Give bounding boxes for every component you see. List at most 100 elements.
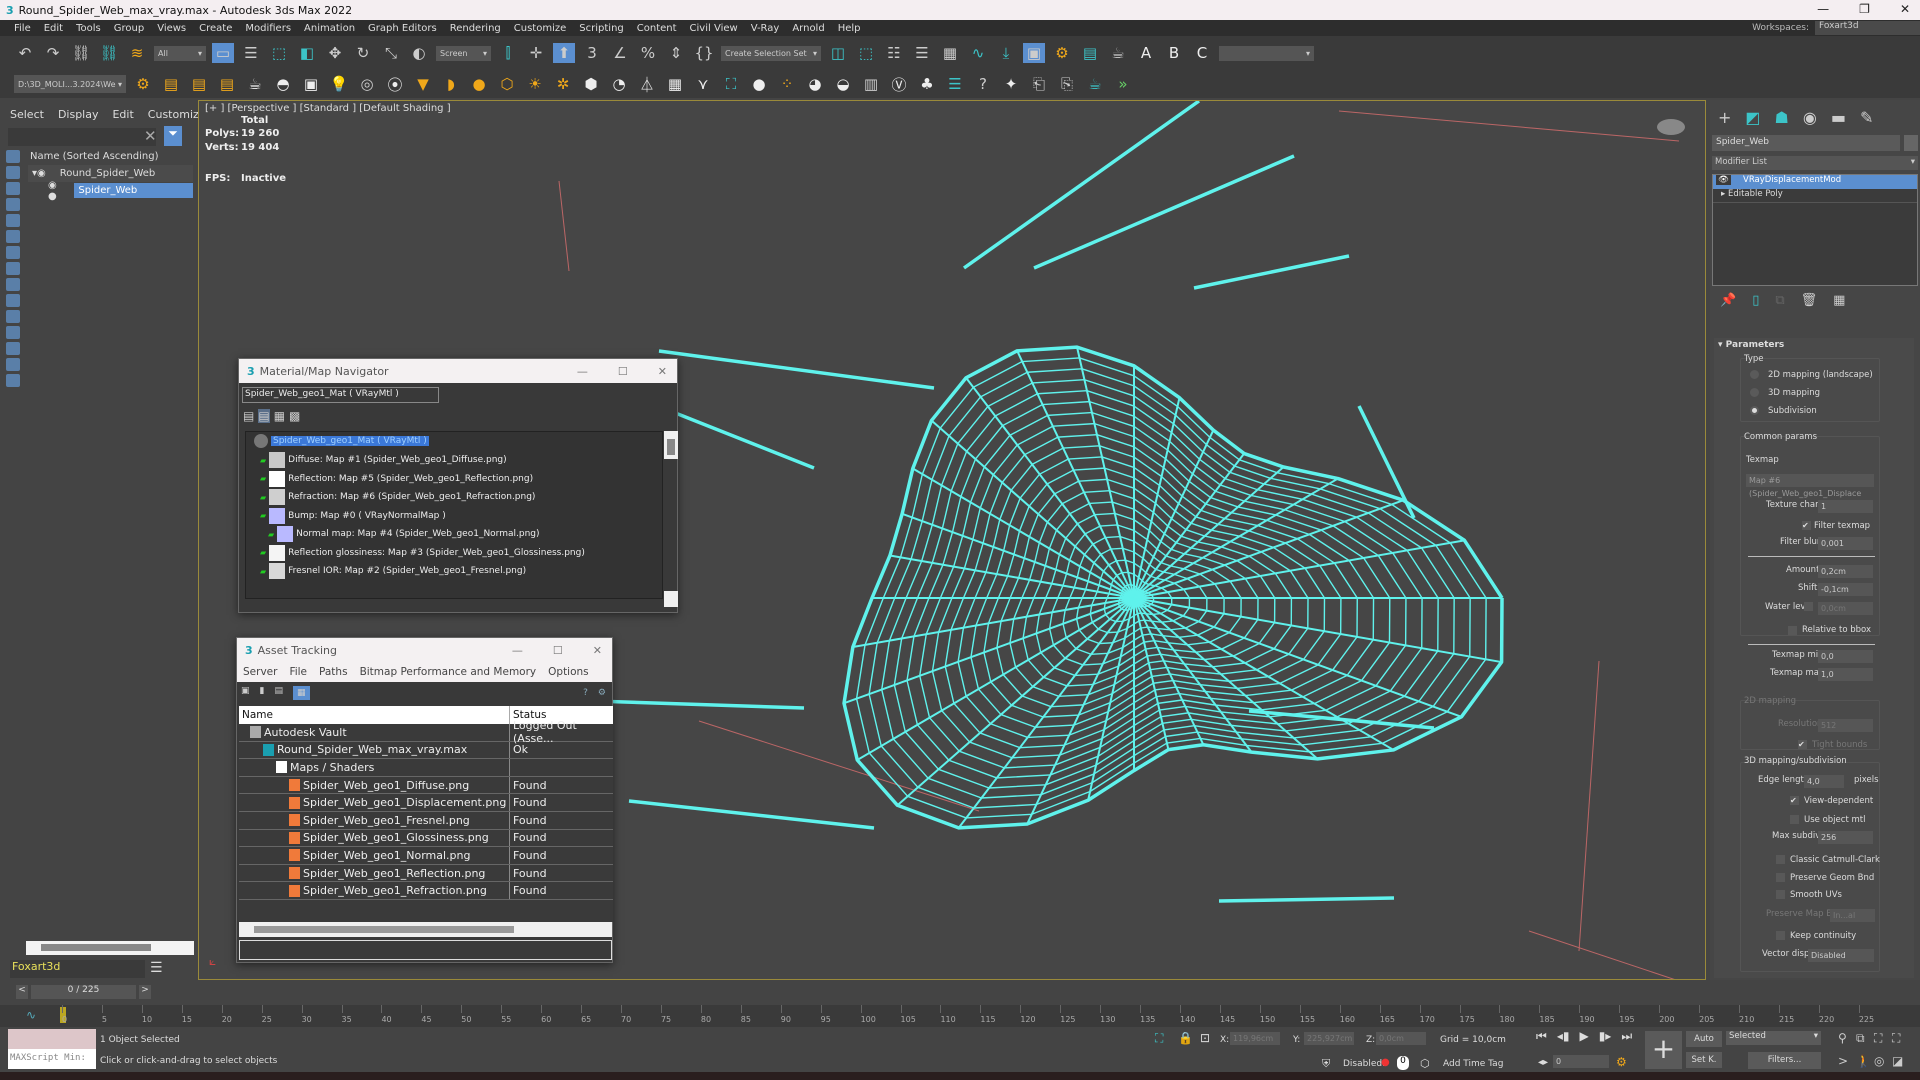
relative-bbox-checkbox[interactable] — [1788, 626, 1797, 635]
material-root-item[interactable]: Spider_Web_geo1_Mat ( VRayMtl ) — [254, 434, 429, 448]
zoom-extents-all-icon[interactable]: ⛶ — [1892, 1031, 1910, 1046]
record-icon[interactable]: ● — [1381, 1057, 1390, 1068]
stack-item-vraydisplacementmod[interactable]: 👁 VRayDisplacementMod — [1713, 175, 1917, 189]
vray-logo-icon[interactable]: Ⓥ — [888, 74, 910, 94]
render-production-icon[interactable]: ☕ — [1107, 43, 1129, 63]
time-config-arrows-icon[interactable]: ◂▸ — [1538, 1057, 1548, 1068]
menu-file[interactable]: File — [14, 23, 31, 34]
rendered-frame-window-icon[interactable]: ▤ — [1079, 43, 1101, 63]
x-coordinate-field[interactable]: 119,96cm — [1230, 1032, 1280, 1045]
map-item[interactable]: ▰ Refraction: Map #6 (Spider_Web_geo1_Ref… — [260, 489, 535, 505]
scene-search-input[interactable] — [8, 128, 156, 146]
ies-light-icon[interactable]: ⬡ — [496, 74, 518, 94]
asset-menu-paths[interactable]: Paths — [319, 666, 348, 678]
angle-snap-icon[interactable]: ∠ — [609, 43, 631, 63]
select-object-icon[interactable]: ▭ — [212, 43, 234, 63]
walk-through-icon[interactable]: 🚶 — [1856, 1054, 1874, 1068]
menu-help[interactable]: Help — [838, 23, 861, 34]
project-folder-3-icon[interactable]: ▤ — [216, 74, 238, 94]
filter-helpers-icon[interactable] — [6, 214, 20, 227]
view-large-icons-icon[interactable]: ▩ — [289, 409, 300, 423]
close-button[interactable]: ✕ — [1900, 2, 1910, 16]
server-icon[interactable]: ▣ — [241, 686, 250, 700]
vray-instancer-icon[interactable]: ▦ — [664, 74, 686, 94]
navigator-scroll-corner[interactable] — [664, 591, 678, 607]
layer-explorer-icon[interactable]: ☰ — [911, 43, 933, 63]
project-settings-icon[interactable]: ⚙ — [132, 74, 154, 94]
asset-row[interactable]: Spider_Web_geo1_Fresnel.png Found — [239, 812, 613, 830]
map-item[interactable]: ▰ Reflection: Map #5 (Spider_Web_geo1_Ref… — [260, 470, 533, 487]
key-filter-dropdown[interactable]: Selected ▾ — [1726, 1031, 1821, 1045]
viewport-label[interactable]: [+ ] [Perspective ] [Standard ] [Default… — [205, 103, 451, 114]
smooth-uvs-checkbox[interactable] — [1776, 890, 1785, 899]
minimize-button[interactable]: — — [512, 644, 523, 657]
maxscript-mini-listener[interactable]: MAXScript Min: — [8, 1049, 96, 1069]
select-manipulate-icon[interactable]: ✛ — [525, 43, 547, 63]
window-crossing-icon[interactable]: ◧ — [296, 43, 318, 63]
y-coordinate-field[interactable]: 225,927cm — [1304, 1032, 1354, 1045]
keep-continuity-checkbox[interactable] — [1776, 931, 1785, 940]
frame-buffer-icon[interactable]: ▥ — [860, 74, 882, 94]
tab-customize[interactable]: Customize — [148, 108, 206, 121]
go-to-start-icon[interactable]: ⏮ — [1536, 1029, 1547, 1044]
absolute-mode-icon[interactable]: ⊡ — [1200, 1031, 1210, 1045]
viewcube-icon[interactable] — [1657, 119, 1685, 135]
map-item[interactable]: ▰ Fresnel IOR: Map #2 (Spider_Web_geo1_Fr… — [260, 563, 526, 579]
menu-content[interactable]: Content — [637, 23, 677, 34]
stack-item-editable-poly[interactable]: ▸ Editable Poly — [1713, 189, 1917, 203]
adaptive-degradation-icon[interactable]: ⛨ — [1322, 1057, 1330, 1071]
menu-group[interactable]: Group — [114, 23, 144, 34]
maximize-button[interactable]: ❐ — [1859, 2, 1870, 16]
make-unique-icon[interactable]: ⧉ — [1775, 293, 1784, 308]
filter-cameras-icon[interactable] — [6, 198, 20, 211]
clear-search-icon[interactable]: ✕ — [144, 127, 157, 145]
menu-animation[interactable]: Animation — [304, 23, 355, 34]
paths-icon[interactable]: ▤ — [274, 686, 283, 700]
remove-modifier-icon[interactable]: 🗑 — [1801, 293, 1818, 308]
menu-rendering[interactable]: Rendering — [450, 23, 501, 34]
rotate-icon[interactable]: ↻ — [352, 43, 374, 63]
explorer-horizontal-scrollbar[interactable] — [26, 941, 194, 955]
auto-key-button[interactable]: Auto — [1686, 1031, 1722, 1047]
tab-display[interactable]: Display — [58, 108, 99, 121]
parameters-rollout-header[interactable]: ▾ Parameters — [1718, 340, 1784, 350]
modifier-list-dropdown[interactable]: Modifier List ▾ — [1712, 156, 1918, 170]
preserve-map-spinner[interactable]: In...al — [1830, 909, 1875, 922]
snap-toggle-icon[interactable]: 3 — [581, 43, 603, 63]
material-editor-icon[interactable]: ▣ — [1023, 43, 1045, 63]
timeline[interactable]: ∿ 0 5 10 15 20 25 30 35 40 45 50 55 60 65 70 75 80 85 90 95… — [0, 1005, 1920, 1027]
time-configuration-icon[interactable]: ⚙ — [1616, 1055, 1627, 1069]
material-ball-icon[interactable]: ● — [748, 74, 770, 94]
view-list-icons-icon[interactable]: ▤ — [258, 409, 270, 423]
utilities-tab-icon[interactable]: ✎ — [1860, 108, 1873, 127]
configure-sets-icon[interactable]: ▦ — [1833, 293, 1845, 308]
filter-invert-icon[interactable] — [6, 374, 20, 387]
menu-tools[interactable]: Tools — [76, 23, 101, 34]
object-color-swatch[interactable] — [1904, 135, 1918, 151]
texture-chan-spinner[interactable]: 1 — [1818, 500, 1873, 513]
chaos-cosmos-icon[interactable]: ✦ — [1000, 74, 1022, 94]
dome-light-icon[interactable]: ◗ — [440, 74, 462, 94]
scene-explorer-icon[interactable]: ☷ — [883, 43, 905, 63]
multi-material-icon[interactable]: ⁘ — [776, 74, 798, 94]
isolate-selection-icon[interactable]: ⛶ — [1155, 1031, 1163, 1046]
help-icon[interactable]: ? — [583, 688, 588, 698]
asset-row[interactable]: Autodesk Vault Logged Out (Asse... — [239, 719, 613, 745]
create-tab-icon[interactable]: + — [1718, 108, 1731, 127]
filter-icon[interactable]: ⏷ — [164, 126, 182, 146]
map-item[interactable]: ▰ Diffuse: Map #1 (Spider_Web_geo1_Diffus… — [260, 452, 507, 468]
menu-scripting[interactable]: Scripting — [579, 23, 623, 34]
percent-snap-icon[interactable]: % — [637, 43, 659, 63]
view-list-icon[interactable]: ▤ — [243, 409, 254, 423]
preserve-geom-bnd-checkbox[interactable] — [1776, 873, 1785, 882]
minimize-button[interactable]: — — [1817, 2, 1829, 16]
water-level-spinner[interactable]: 0,0cm — [1818, 602, 1873, 615]
menu-arnold[interactable]: Arnold — [792, 23, 824, 34]
named-selection-set-dropdown[interactable]: Create Selection Set ▾ — [721, 45, 821, 61]
asset-horizontal-scrollbar[interactable] — [239, 922, 612, 937]
light-icon[interactable]: 💡 — [328, 74, 350, 94]
type-radio[interactable] — [1750, 406, 1759, 415]
set-key-big-button[interactable]: + — [1645, 1031, 1682, 1069]
asset-row[interactable]: Round_Spider_Web_max_vray.max Ok — [239, 741, 613, 760]
filter-bones-icon[interactable] — [6, 278, 20, 291]
